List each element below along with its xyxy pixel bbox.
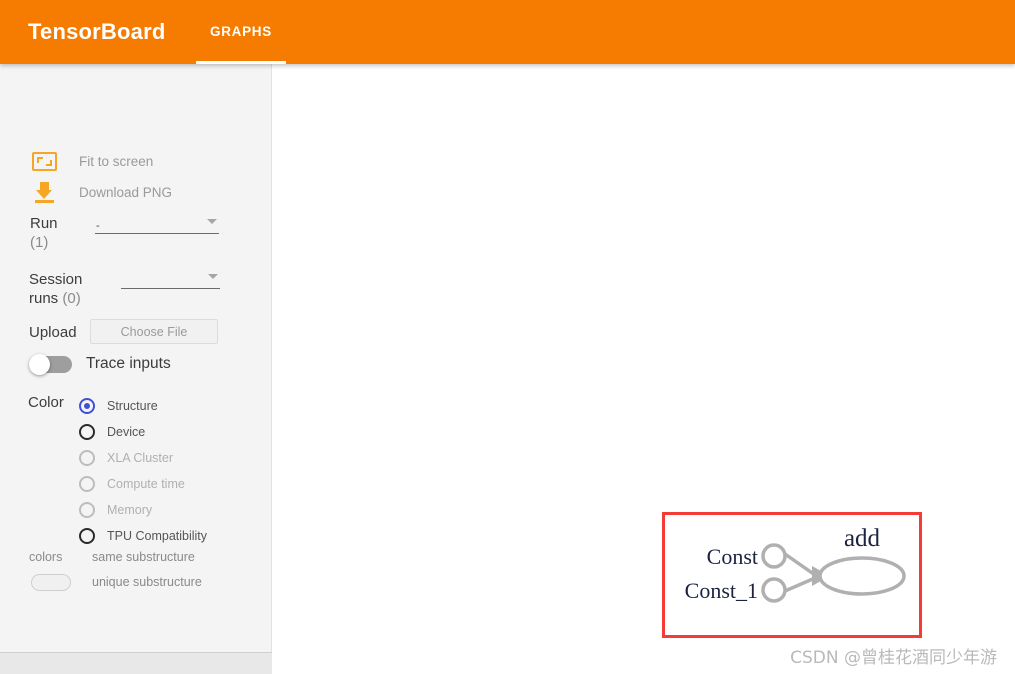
- color-label: Color: [28, 394, 64, 411]
- sidebar: Fit to screen Download PNG Run (1) - Ses…: [0, 64, 272, 674]
- run-label: Run (1): [30, 215, 58, 251]
- radio-tpu-compatibility[interactable]: TPU Compatibility: [79, 523, 207, 549]
- legend-unique-substructure: unique substructure: [92, 575, 202, 589]
- run-select[interactable]: -: [95, 213, 219, 234]
- radio-device[interactable]: Device: [79, 419, 207, 445]
- highlight-annotation-box: [662, 512, 922, 638]
- radio-label: Compute time: [107, 477, 185, 491]
- radio-icon: [79, 424, 95, 440]
- color-radio-group: Structure Device XLA Cluster Compute tim…: [79, 393, 207, 549]
- sidebar-footer-bar: [0, 652, 272, 674]
- toggle-track: [29, 353, 72, 375]
- run-select-value: -: [96, 220, 100, 232]
- radio-label: TPU Compatibility: [107, 529, 208, 543]
- radio-compute-time: Compute time: [79, 471, 207, 497]
- run-count: (1): [30, 234, 49, 251]
- radio-memory: Memory: [79, 497, 207, 523]
- fit-to-screen-button[interactable]: Fit to screen: [32, 152, 153, 171]
- radio-icon: [79, 398, 95, 414]
- tab-bar: GRAPHS: [196, 0, 286, 64]
- fit-to-screen-label: Fit to screen: [79, 154, 154, 169]
- download-icon: [32, 182, 57, 203]
- radio-xla-cluster: XLA Cluster: [79, 445, 207, 471]
- radio-label: Structure: [107, 399, 158, 413]
- colors-legend-label: colors: [29, 550, 63, 564]
- download-png-label: Download PNG: [79, 185, 173, 200]
- watermark: CSDN @曾桂花酒同少年游: [790, 648, 997, 668]
- toggle-knob: [29, 353, 50, 375]
- download-png-button[interactable]: Download PNG: [32, 182, 172, 203]
- radio-label: Memory: [107, 503, 153, 517]
- upload-label: Upload: [29, 324, 77, 341]
- tab-graphs[interactable]: GRAPHS: [196, 0, 286, 64]
- app-header: TensorBoard GRAPHS: [0, 0, 1015, 64]
- radio-structure[interactable]: Structure: [79, 393, 207, 419]
- radio-icon: [79, 450, 95, 466]
- chevron-down-icon: [207, 219, 217, 224]
- graph-canvas[interactable]: add Const Const_1: [272, 64, 1015, 674]
- radio-label: XLA Cluster: [107, 451, 174, 465]
- session-runs-count: (0): [62, 290, 81, 307]
- chevron-down-icon: [208, 274, 218, 279]
- session-runs-label: Session runs (0): [29, 271, 83, 307]
- radio-icon: [79, 502, 95, 518]
- trace-inputs-toggle[interactable]: Trace inputs: [29, 353, 171, 375]
- session-runs-select[interactable]: [121, 268, 220, 289]
- trace-inputs-label: Trace inputs: [86, 355, 171, 372]
- legend-gradient-pill: [31, 574, 71, 591]
- fit-to-screen-icon: [32, 152, 57, 171]
- app-title: TensorBoard: [28, 19, 166, 44]
- legend-same-substructure: same substructure: [92, 550, 195, 564]
- radio-icon: [79, 476, 95, 492]
- radio-icon: [79, 528, 95, 544]
- choose-file-button[interactable]: Choose File: [90, 319, 218, 344]
- radio-label: Device: [107, 425, 146, 439]
